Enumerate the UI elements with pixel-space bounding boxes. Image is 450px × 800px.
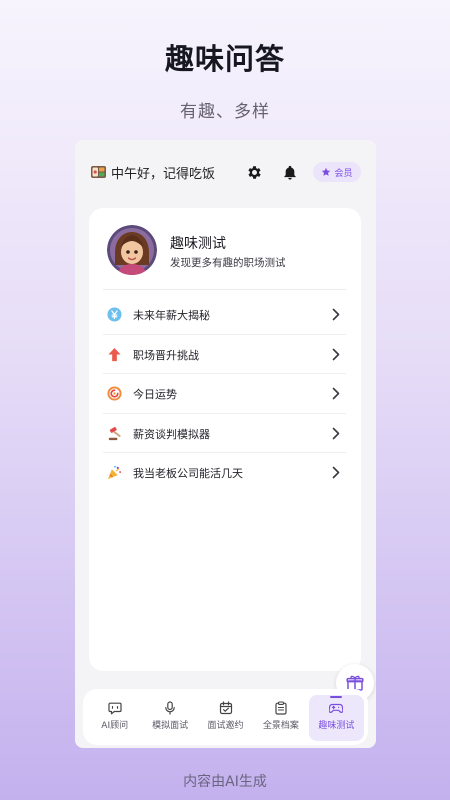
tab-fun-test[interactable]: 趣味测试 <box>308 695 365 741</box>
fortune-icon <box>107 386 122 401</box>
test-item-label: 今日运势 <box>133 388 177 401</box>
page-subtitle: 有趣、多样 <box>180 102 270 122</box>
gear-icon <box>247 165 261 179</box>
party-icon <box>107 465 122 480</box>
tab-label: 模拟面试 <box>152 721 189 731</box>
tab-interview-invite[interactable]: 面试邀约 <box>198 695 253 741</box>
test-item-label: 职场晋升挑战 <box>133 348 199 362</box>
tab-panorama-profile[interactable]: 全景档案 <box>253 695 308 741</box>
vip-label: 会员 <box>334 168 353 179</box>
page-title: 趣味问答 <box>164 42 285 76</box>
microphone-icon <box>165 701 175 715</box>
meal-icon <box>91 166 106 178</box>
tab-label: 全景档案 <box>262 721 299 731</box>
greeting-text: 中午好，记得吃饭 <box>111 167 216 182</box>
top-bar: 中午好，记得吃饭 会员 <box>75 140 376 202</box>
gavel-icon <box>108 426 121 440</box>
notification-button[interactable] <box>280 162 300 182</box>
test-list: 未来年薪大揭秘 职场晋升挑战 今日运势 薪资谈判模拟器 我当老板公司能活几天 <box>103 295 346 493</box>
tab-label: AI顾问 <box>101 721 129 731</box>
star-icon <box>322 167 331 176</box>
chevron-right-icon <box>332 348 340 360</box>
chat-icon <box>108 702 122 715</box>
test-item-promotion-challenge[interactable]: 职场晋升挑战 <box>103 335 346 374</box>
test-item-salary-negotiation[interactable]: 薪资谈判模拟器 <box>103 414 346 453</box>
test-item-label: 我当老板公司能活几天 <box>133 467 243 480</box>
vip-badge[interactable]: 会员 <box>313 162 361 182</box>
arrow-up-icon <box>108 347 121 361</box>
test-item-label: 薪资谈判模拟器 <box>133 427 210 441</box>
card-description: 发现更多有趣的职场测试 <box>170 257 286 269</box>
bottom-tab-bar: AI顾问 模拟面试 面试邀约 全景档案 趣味测试 <box>83 689 368 745</box>
test-item-salary-reveal[interactable]: 未来年薪大揭秘 <box>103 295 346 335</box>
avatar <box>107 225 157 275</box>
chevron-right-icon <box>332 466 340 479</box>
clipboard-icon <box>275 701 287 715</box>
divider <box>103 289 346 290</box>
tab-ai-advisor[interactable]: AI顾问 <box>87 695 142 741</box>
ai-generated-note: 内容由AI生成 <box>183 774 267 790</box>
tab-mock-interview[interactable]: 模拟面试 <box>142 695 197 741</box>
calendar-icon <box>219 701 232 715</box>
settings-button[interactable] <box>244 162 264 182</box>
tab-label: 面试邀约 <box>207 721 244 731</box>
chevron-right-icon <box>332 387 340 400</box>
phone-screen: 中午好，记得吃饭 会员 趣味测试 发现更多有趣的职场测试 未来年薪大揭秘 职场晋… <box>75 140 376 748</box>
chevron-right-icon <box>332 427 340 439</box>
test-item-boss-company[interactable]: 我当老板公司能活几天 <box>103 453 346 493</box>
tab-label: 趣味测试 <box>318 721 355 731</box>
fun-test-card: 趣味测试 发现更多有趣的职场测试 未来年薪大揭秘 职场晋升挑战 今日运势 薪资谈… <box>89 208 374 702</box>
yuan-coin-icon <box>107 307 122 322</box>
bell-icon <box>284 165 296 179</box>
test-item-label: 未来年薪大揭秘 <box>133 309 210 322</box>
gamepad-icon <box>329 703 344 713</box>
card-title: 趣味测试 <box>170 236 226 252</box>
test-item-daily-fortune[interactable]: 今日运势 <box>103 374 346 414</box>
avatar-image <box>107 225 157 275</box>
chevron-right-icon <box>332 308 340 321</box>
